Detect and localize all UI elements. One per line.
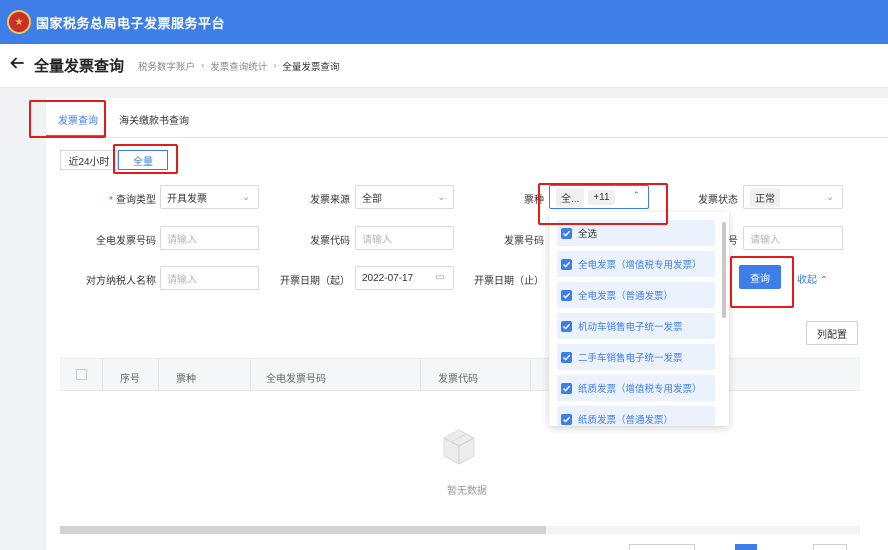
hidden-field-input[interactable]: 请输入 (743, 226, 843, 250)
checkbox-checked-icon (561, 320, 572, 332)
chevron-up-icon: ⌃ (819, 275, 829, 286)
annotation-box-range (113, 144, 178, 174)
checkbox-checked-icon (561, 382, 572, 394)
app-title: 国家税务总局电子发票服务平台 (36, 15, 226, 31)
pagination-current-page[interactable] (735, 544, 757, 550)
date-start-label: 开票日期（起） (280, 276, 350, 287)
table-header: 序号 票种 全电发票号码 发票代码 (60, 358, 860, 391)
ticket-option-einvoice-special[interactable]: 全电发票（增值税专用发票） (557, 251, 715, 277)
select-all-checkbox[interactable] (76, 369, 87, 380)
checkbox-checked-icon (561, 413, 572, 425)
column-divider (530, 359, 531, 390)
invoice-code-label: 发票代码 (310, 236, 350, 247)
chevron-down-icon: ⌄ (437, 192, 445, 202)
einvoice-no-label: 全电发票号码 (96, 236, 156, 247)
counterparty-input[interactable]: 请输入 (160, 266, 259, 290)
column-divider (420, 359, 421, 390)
column-divider (102, 359, 103, 390)
date-end-label: 开票日期（止） (474, 276, 544, 287)
required-mark: * (109, 195, 113, 206)
column-header-einvoice-no: 全电发票号码 (266, 374, 326, 385)
column-header-type: 票种 (176, 374, 196, 385)
national-emblem-icon: ★ (7, 10, 31, 34)
breadcrumb-item-stats[interactable]: 发票查询统计 (210, 59, 267, 73)
status-select[interactable]: 正常 ⌄ (743, 185, 843, 209)
empty-box-icon (442, 428, 476, 469)
calendar-icon: ▭ (435, 272, 445, 283)
chevron-down-icon: ⌄ (826, 192, 834, 202)
column-divider (158, 359, 159, 390)
page-header: 全量发票查询 税务数字账户 › 发票查询统计 › 全量发票查询 (0, 44, 888, 88)
ticket-option-motor-vehicle[interactable]: 机动车销售电子统一发票 (557, 313, 715, 339)
source-label: 发票来源 (310, 195, 350, 206)
column-header-invoice-code: 发票代码 (438, 374, 478, 385)
einvoice-no-input[interactable]: 请输入 (160, 226, 259, 250)
page-size-select[interactable] (629, 544, 695, 550)
invoice-no-label: 发票号码 (504, 236, 544, 247)
range-24h-button[interactable]: 近24小时 (60, 150, 118, 170)
checkbox-checked-icon (561, 227, 572, 239)
empty-text: 暂无数据 (447, 486, 487, 497)
source-select[interactable]: 全部 ⌄ (355, 185, 454, 209)
ticket-type-dropdown: 全选 全电发票（增值税专用发票） 全电发票（普通发票） 机动车销售电子统一发票 … (549, 212, 729, 426)
column-divider (250, 359, 251, 390)
hidden-field-label: 号 (728, 236, 738, 247)
ticket-option-paper-special[interactable]: 纸质发票（增值税专用发票） (557, 375, 715, 401)
chevron-down-icon: ⌄ (242, 192, 250, 202)
column-config-button[interactable]: 列配置 (806, 321, 858, 345)
breadcrumb-item-account[interactable]: 税务数字账户 (138, 59, 195, 73)
ticket-type-label: 票种 (524, 195, 544, 206)
checkbox-checked-icon (561, 289, 572, 301)
horizontal-scrollbar[interactable] (60, 526, 860, 534)
breadcrumb: 税务数字账户 › 发票查询统计 › 全量发票查询 (138, 59, 339, 73)
annotation-box-tab (29, 100, 106, 138)
annotation-box-ticket-type (538, 183, 668, 225)
page-title: 全量发票查询 (34, 58, 125, 75)
collapse-link[interactable]: 收起 ⌃ (797, 271, 828, 286)
tab-bar: 发票查询 海关缴款书查询 (46, 98, 888, 138)
checkbox-checked-icon (561, 258, 572, 270)
invoice-code-input[interactable]: 请输入 (355, 226, 454, 250)
tab-customs-query[interactable]: 海关缴款书查询 (119, 112, 189, 127)
breadcrumb-item-current: 全量发票查询 (282, 61, 340, 73)
checkbox-checked-icon (561, 351, 572, 363)
query-type-select[interactable]: 开具发票 ⌄ (160, 185, 259, 209)
page-jump-input[interactable] (813, 544, 847, 550)
query-type-label: * 查询类型 (109, 195, 156, 206)
column-header-index: 序号 (120, 374, 140, 385)
date-start-picker[interactable]: 2022-07-17 ▭ (355, 266, 454, 290)
ticket-option-used-car[interactable]: 二手车销售电子统一发票 (557, 344, 715, 370)
chevron-right-icon: › (201, 60, 205, 71)
annotation-box-query (730, 256, 794, 308)
ticket-option-einvoice-normal[interactable]: 全电发票（普通发票） (557, 282, 715, 308)
arrow-left-icon[interactable] (10, 56, 26, 75)
chevron-right-icon: › (273, 60, 277, 71)
ticket-option-paper-normal[interactable]: 纸质发票（普通发票） (557, 406, 715, 426)
status-label: 发票状态 (698, 195, 738, 206)
counterparty-label: 对方纳税人名称 (86, 276, 156, 287)
dropdown-scrollbar[interactable] (722, 222, 726, 318)
top-bar: ★ 国家税务总局电子发票服务平台 (0, 0, 888, 44)
scrollbar-thumb[interactable] (60, 526, 546, 534)
